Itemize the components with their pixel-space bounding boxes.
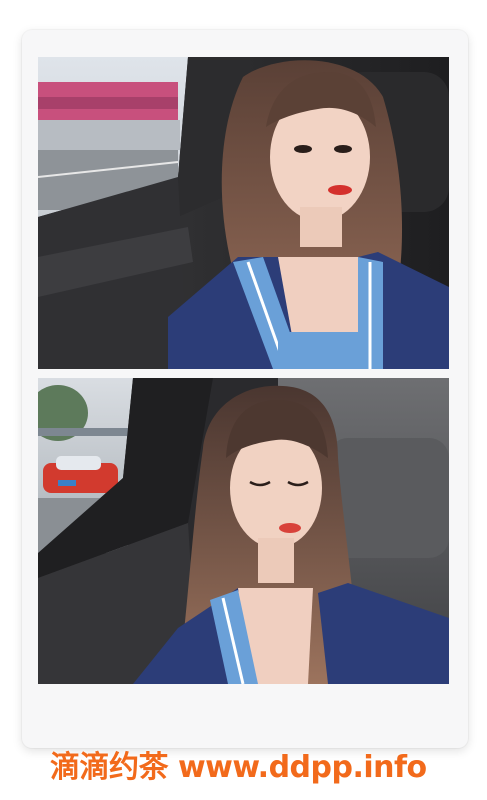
photo-bottom-image <box>38 378 449 684</box>
photo-top <box>38 57 449 369</box>
photo-top-image <box>38 57 449 369</box>
watermark-text: 滴滴约茶 www.ddpp.info <box>50 750 427 785</box>
photo-bottom <box>38 378 449 684</box>
